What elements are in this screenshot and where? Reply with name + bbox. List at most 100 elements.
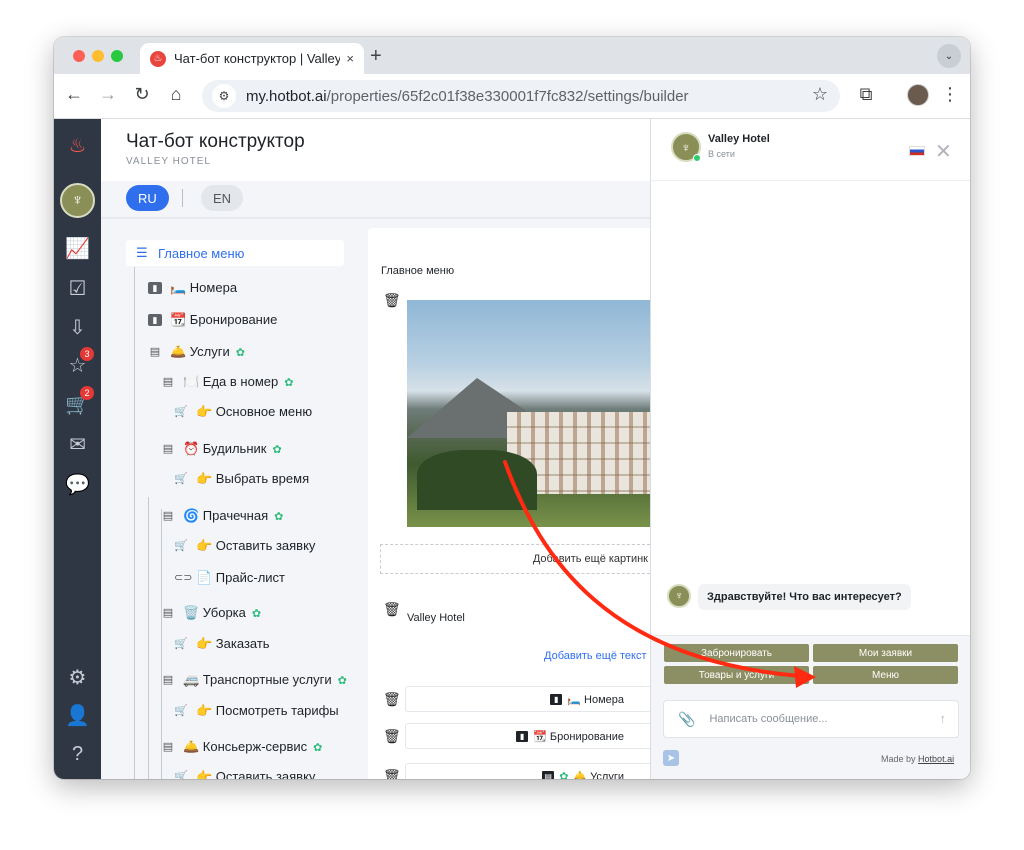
lang-divider bbox=[182, 189, 183, 207]
menu-list-icon: ▤ bbox=[162, 510, 174, 522]
tree-item[interactable]: 🛒 👉 Посмотреть тарифы bbox=[174, 703, 339, 719]
editor-card: Главное меню 🗑 Добавить ещё картинк 🗑 Va… bbox=[368, 228, 650, 779]
page-header: Чат-бот конструктор VALLEY HOTEL bbox=[101, 119, 650, 181]
tree-item[interactable]: 🛒 👉 Выбрать время bbox=[174, 471, 309, 487]
delete-trash-icon[interactable]: 🗑 bbox=[383, 601, 401, 618]
forward-arrow-icon[interactable]: → bbox=[96, 84, 120, 105]
made-by-footer: Made by Hotbot.ai bbox=[881, 754, 954, 764]
quick-reply-menu[interactable]: Меню bbox=[813, 666, 958, 684]
zoom-window-button[interactable] bbox=[111, 50, 123, 62]
tree-item-label: ⏰ Будильник bbox=[183, 441, 267, 456]
tree-item-label: 🍽️ Еда в номер bbox=[183, 374, 279, 389]
message-input[interactable]: 📎 Написать сообщение... ↑ bbox=[663, 700, 959, 738]
help-question-icon[interactable]: ? bbox=[64, 741, 91, 768]
tree-item-label: 👉 Оставить заявку bbox=[196, 538, 316, 553]
analytics-chart-icon[interactable]: 📈 bbox=[64, 235, 91, 262]
hotel-avatar[interactable]: ♆ bbox=[60, 183, 95, 218]
quick-reply-book[interactable]: Забронировать bbox=[664, 644, 809, 662]
tree-item[interactable]: 🛒 👉 Оставить заявку bbox=[174, 538, 315, 554]
cart-icon: 🛒 bbox=[174, 771, 188, 779]
made-by-text: Made by bbox=[881, 754, 916, 764]
profile-avatar[interactable] bbox=[907, 84, 929, 106]
tree-item[interactable]: ▤ 🛎️ Услуги ✿ bbox=[148, 344, 245, 360]
delete-trash-icon[interactable]: 🗑 bbox=[383, 691, 401, 708]
attach-paperclip-icon[interactable]: 📎 bbox=[678, 711, 695, 728]
account-user-icon[interactable]: 👤 bbox=[64, 702, 91, 729]
ai-brain-icon: ✿ bbox=[274, 510, 284, 523]
tree-item[interactable]: 🛒 👉 Основное меню bbox=[174, 404, 312, 420]
cart-badge: 2 bbox=[80, 386, 94, 400]
chat-header: ♆ Valley Hotel В сети ✕ bbox=[651, 119, 970, 181]
browser-tab[interactable]: ♨ Чат-бот конструктор | Valley × bbox=[140, 43, 364, 74]
close-icon[interactable]: ✕ bbox=[935, 139, 952, 164]
tree-item[interactable]: ⊂⊃ 📄 Прайс-лист bbox=[174, 570, 285, 586]
delete-trash-icon[interactable]: 🗑 bbox=[383, 728, 401, 745]
quick-reply-products[interactable]: Товары и услуги bbox=[664, 666, 809, 684]
menu-button-row[interactable]: ▤ ✿ 🛎️ Услуги bbox=[405, 763, 650, 779]
tree-item[interactable]: ▤ 🛎️ Консьерж-сервис ✿ bbox=[161, 739, 323, 755]
tree-item[interactable]: ▮ 📆 Бронирование bbox=[148, 312, 277, 328]
add-text-link[interactable]: Добавить ещё текст bbox=[544, 650, 647, 662]
delete-trash-icon[interactable]: 🗑 bbox=[383, 292, 401, 309]
hotel-photo[interactable] bbox=[407, 300, 650, 527]
analytics-chart-icon: ▮ bbox=[516, 730, 529, 742]
back-arrow-icon[interactable]: ← bbox=[62, 84, 86, 105]
tree-item[interactable]: ▤ 🌀 Прачечная ✿ bbox=[161, 508, 284, 524]
tree-item-label: 🛎️ Консьерж-сервис bbox=[183, 739, 308, 754]
menu-button-label: 🛏️ Номера bbox=[567, 693, 624, 706]
delete-trash-icon[interactable]: 🗑 bbox=[383, 768, 401, 779]
russia-flag-icon[interactable] bbox=[909, 146, 925, 156]
chat-widget: ♆ Valley Hotel В сети ✕ ♆ Здравствуйте! … bbox=[650, 119, 970, 779]
tree-item-label: 👉 Основное меню bbox=[196, 404, 313, 419]
tree-root-main-menu[interactable]: ☰ Главное меню bbox=[126, 240, 344, 266]
new-tab-button[interactable]: + bbox=[370, 45, 382, 68]
ai-brain-icon: ✿ bbox=[272, 443, 282, 456]
reload-icon[interactable]: ↻ bbox=[130, 84, 154, 105]
tasks-check-icon[interactable]: ☑ bbox=[64, 275, 91, 302]
inbox-tray-icon[interactable]: ⇩ bbox=[64, 314, 91, 341]
address-bar[interactable]: ⚙ my.hotbot.ai/properties/65f2c01f38e330… bbox=[202, 80, 840, 112]
tab-search-chevron-icon[interactable]: ⌄ bbox=[937, 44, 961, 68]
page-subtitle: VALLEY HOTEL bbox=[126, 156, 211, 167]
send-arrow-icon[interactable]: ↑ bbox=[940, 711, 947, 726]
tree-item[interactable]: 🛒 👉 Оставить заявку bbox=[174, 769, 315, 779]
tree-item[interactable]: 🛒 👉 Заказать bbox=[174, 636, 269, 652]
hotbot-logo-icon[interactable]: ♨ bbox=[64, 132, 91, 159]
tree-line bbox=[134, 267, 135, 779]
add-image-button[interactable]: Добавить ещё картинк bbox=[380, 544, 650, 574]
chat-bubble-icon[interactable]: 💬 bbox=[64, 471, 91, 498]
tab-close-icon[interactable]: × bbox=[346, 51, 354, 66]
menu-button-row[interactable]: ▮ 📆 Бронирование bbox=[405, 723, 650, 749]
home-icon[interactable]: ⌂ bbox=[164, 84, 188, 105]
browser-menu-kebab-icon[interactable]: ⋮ bbox=[938, 84, 962, 105]
site-settings-icon[interactable]: ⚙ bbox=[212, 84, 236, 108]
telegram-icon[interactable]: ➤ bbox=[663, 750, 679, 766]
analytics-chart-icon: ▮ bbox=[550, 693, 563, 705]
text-block[interactable]: Valley Hotel bbox=[407, 612, 465, 624]
tree-item[interactable]: ▤ ⏰ Будильник ✿ bbox=[161, 441, 282, 457]
ai-brain-icon: ✿ bbox=[313, 741, 323, 754]
cart-icon[interactable]: 🛒 2 bbox=[64, 386, 94, 418]
sidebar-rail: ♨ ♆ 📈 ☑ ⇩ ☆ 3 🛒 2 ✉ 💬 ⚙ 👤 ? bbox=[54, 119, 101, 779]
bookmark-star-icon[interactable]: ☆ bbox=[812, 84, 828, 105]
mail-icon[interactable]: ✉ bbox=[64, 431, 91, 458]
tree-item[interactable]: ▤ 🗑️ Уборка ✿ bbox=[161, 605, 261, 621]
tree-item-label: 🚐 Транспортные услуги bbox=[183, 672, 332, 687]
extensions-puzzle-icon[interactable]: ⧉ bbox=[854, 84, 878, 105]
tree-item-label: 👉 Посмотреть тарифы bbox=[196, 703, 339, 718]
hotbot-link[interactable]: Hotbot.ai bbox=[918, 754, 954, 764]
tree-item[interactable]: ▮ 🛏️ Номера bbox=[148, 280, 237, 296]
settings-gear-icon[interactable]: ⚙ bbox=[64, 664, 91, 691]
tree-item[interactable]: ▤ 🍽️ Еда в номер ✿ bbox=[161, 374, 294, 390]
lang-ru-button[interactable]: RU bbox=[126, 185, 169, 211]
close-window-button[interactable] bbox=[73, 50, 85, 62]
cart-icon: 🛒 bbox=[174, 638, 188, 650]
tree-item[interactable]: ▤ 🚐 Транспортные услуги ✿ bbox=[161, 672, 347, 688]
quick-reply-my-requests[interactable]: Мои заявки bbox=[813, 644, 958, 662]
lang-en-button[interactable]: EN bbox=[201, 185, 244, 211]
minimize-window-button[interactable] bbox=[92, 50, 104, 62]
menu-list-icon: ▤ bbox=[162, 376, 174, 388]
ai-brain-icon: ✿ bbox=[337, 674, 347, 687]
menu-button-row[interactable]: ▮ 🛏️ Номера bbox=[405, 686, 650, 712]
services-star-icon[interactable]: ☆ 3 bbox=[64, 347, 94, 379]
